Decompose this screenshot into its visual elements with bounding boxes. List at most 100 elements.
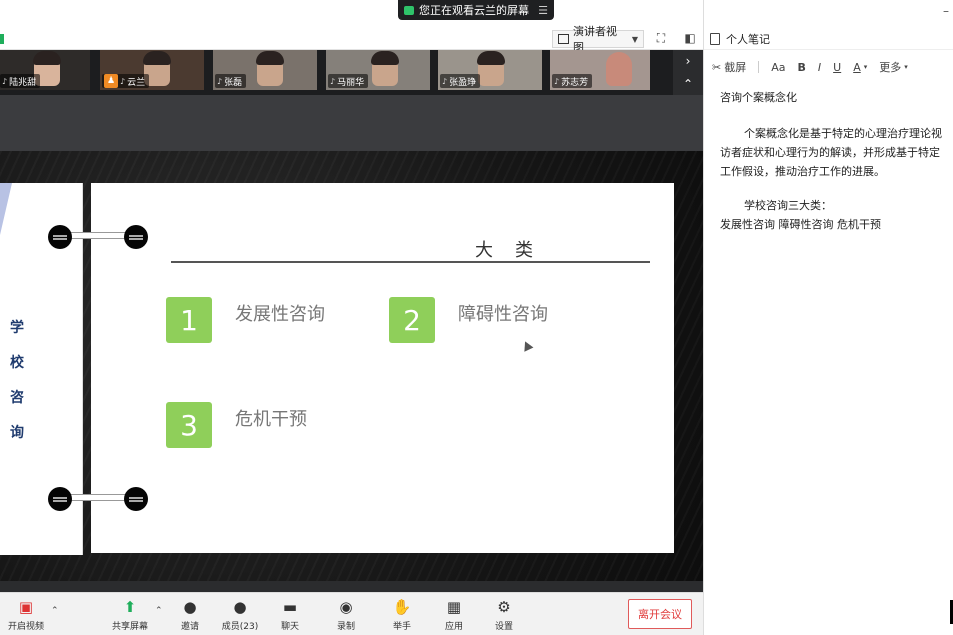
- notes-header: 个人笔记: [704, 28, 953, 50]
- slide-item-label: 障碍性咨询: [458, 304, 548, 325]
- side-title-char: 校: [10, 355, 24, 371]
- slide-side-title: 学 校 咨 询: [8, 311, 26, 451]
- share-screen-button[interactable]: ⬆ 共享屏幕: [104, 597, 156, 633]
- chevron-right-icon[interactable]: ›: [686, 54, 691, 68]
- share-banner-text: 您正在观看云兰的屏幕: [419, 4, 529, 17]
- participant-name-tag: ♪ 张磊: [215, 74, 247, 88]
- layout-icon[interactable]: ◧: [683, 31, 697, 45]
- video-off-icon: ▣: [18, 598, 34, 616]
- apps-icon: ▦: [446, 598, 462, 616]
- record-button[interactable]: ◉ 录制: [320, 597, 372, 633]
- chevron-down-icon: ▼: [631, 34, 638, 44]
- meeting-area: 您正在观看云兰的屏幕 ☰ 演讲者视图 ▼ ⛶ ◧ ♪ 陆兆甜 ♟ ♪ 云兰 ♪ …: [0, 0, 703, 635]
- participant-name-tag: ♪ 陆兆甜: [0, 74, 41, 88]
- gear-icon: ⚙: [497, 598, 511, 616]
- notes-header-title: 个人笔记: [726, 32, 770, 46]
- slide-main-page: 大类 1 发展性咨询 2 障碍性咨询 3 危机干预: [91, 183, 674, 553]
- participant-hair: [33, 51, 61, 65]
- meeting-toolbar: ▣ 开启视频 ⌃ ⬆ 共享屏幕 ⌃ ● 邀请 ● 成员(23) ▬ 聊天 ◉ 录…: [0, 592, 703, 635]
- invite-icon: ●: [183, 598, 197, 616]
- note-paragraph-line: 工作假设，推动治疗工作的进展。: [720, 165, 885, 178]
- font-color-button[interactable]: A ▾: [853, 61, 867, 74]
- toolbar-separator: [0, 581, 703, 592]
- screenshot-button[interactable]: ✂ 截屏: [712, 59, 746, 75]
- chevron-up-icon[interactable]: ⌃: [683, 77, 693, 91]
- chevron-up-icon[interactable]: ⌃: [51, 606, 59, 616]
- corner-decoration: [0, 183, 12, 235]
- side-title-char: 询: [10, 425, 24, 441]
- fullscreen-icon[interactable]: ⛶: [654, 31, 668, 45]
- more-button[interactable]: 更多 ▾: [879, 59, 908, 75]
- view-bar: 演讲者视图 ▼ ⛶ ◧: [0, 25, 703, 54]
- slide-item-label: 危机干预: [235, 409, 307, 430]
- mic-icon: ♪: [2, 76, 8, 86]
- start-video-button[interactable]: ▣ 开启视频: [0, 597, 52, 633]
- apps-button[interactable]: ▦ 应用: [428, 597, 480, 633]
- record-icon: ◉: [339, 598, 353, 616]
- note-paragraph-line: 个案概念化是基于特定的心理治疗理论视: [744, 127, 942, 140]
- participant-video: [606, 52, 632, 86]
- binder-ring-icon: [48, 225, 72, 249]
- font-size-button[interactable]: Aa: [771, 61, 785, 74]
- caret-down-icon: ▾: [863, 63, 868, 71]
- participant-hair: [371, 51, 399, 65]
- italic-button[interactable]: I: [818, 61, 821, 74]
- scissors-icon: ✂: [712, 60, 722, 74]
- presenter-view-dropdown[interactable]: 演讲者视图 ▼: [552, 25, 644, 54]
- participant-tile[interactable]: ♟ ♪ 云兰: [100, 50, 204, 90]
- participant-tile[interactable]: ♪ 张盈琤: [438, 50, 542, 90]
- app-window: { "share_banner": { "text": "您正在观看云兰的屏幕"…: [0, 0, 953, 635]
- share-screen-label: 共享屏幕: [111, 622, 148, 632]
- raise-hand-label: 举手: [392, 622, 411, 632]
- members-button[interactable]: ● 成员(23): [214, 597, 266, 633]
- screen-share-icon: [404, 5, 414, 15]
- presenter-view-icon: [558, 34, 569, 44]
- underline-button[interactable]: U: [833, 61, 841, 74]
- participant-name-tag: ♟ ♪ 云兰: [102, 74, 150, 88]
- binder-ring-icon: [48, 487, 72, 511]
- settings-button[interactable]: ⚙ 设置: [478, 597, 530, 633]
- notes-editor[interactable]: 咨询个案概念化 个案概念化是基于特定的心理治疗理论视 访者症状和心理行为的解读，…: [720, 88, 953, 234]
- mic-icon: ♪: [554, 76, 560, 86]
- chat-button[interactable]: ▬ 聊天: [264, 597, 316, 633]
- participant-name: 马丽华: [337, 77, 365, 88]
- chevron-up-icon[interactable]: ⌃: [155, 606, 163, 616]
- raise-hand-button[interactable]: ✋ 举手: [376, 597, 428, 633]
- start-video-label: 开启视频: [7, 622, 44, 632]
- participant-tile[interactable]: ♪ 苏志芳: [550, 50, 650, 90]
- leave-meeting-button[interactable]: 离开会议: [628, 599, 692, 629]
- participant-name: 陆兆甜: [9, 77, 37, 88]
- invite-button[interactable]: ● 邀请: [164, 597, 216, 633]
- slide-title: 大类: [475, 240, 555, 261]
- status-indicator: [0, 34, 4, 44]
- participant-tile[interactable]: ♪ 张磊: [213, 50, 317, 90]
- binder-ring-icon: [124, 225, 148, 249]
- participant-tile[interactable]: ♪ 马丽华: [326, 50, 430, 90]
- note-list-line: 发展性咨询 障碍性咨询 危机干预: [720, 218, 881, 231]
- more-label: 更多: [879, 61, 902, 74]
- item-number-badge: 2: [389, 297, 435, 343]
- minimize-icon[interactable]: –: [943, 4, 949, 18]
- participant-hair: [477, 51, 505, 65]
- mic-icon: ♪: [217, 76, 223, 86]
- mic-icon: ♪: [442, 76, 448, 86]
- share-banner[interactable]: 您正在观看云兰的屏幕 ☰: [398, 0, 554, 20]
- bold-button[interactable]: B: [797, 61, 805, 74]
- participant-name: 苏志芳: [561, 77, 589, 88]
- apps-label: 应用: [444, 622, 463, 632]
- note-title: 咨询个案概念化: [720, 91, 797, 104]
- note-heading: 学校咨询三大类：: [744, 199, 832, 212]
- participant-hair: [256, 51, 284, 65]
- notebook-icon: [710, 32, 720, 45]
- mic-icon: ♪: [330, 76, 336, 86]
- chat-label: 聊天: [280, 622, 299, 632]
- participant-tile[interactable]: ♪ 陆兆甜: [0, 50, 90, 90]
- font-color-label: A: [853, 60, 861, 74]
- toolbar-divider: [758, 61, 760, 73]
- participant-strip: ♪ 陆兆甜 ♟ ♪ 云兰 ♪ 张磊 ♪ 马丽华 ♪ 张盈琤 ♪ 苏志芳 › ⌃: [0, 50, 703, 95]
- chat-icon: ▬: [282, 598, 298, 616]
- caret-down-icon: ▾: [904, 63, 908, 71]
- participant-hair: [143, 51, 171, 65]
- menu-icon[interactable]: ☰: [538, 4, 548, 17]
- strip-nav: › ⌃: [673, 50, 703, 95]
